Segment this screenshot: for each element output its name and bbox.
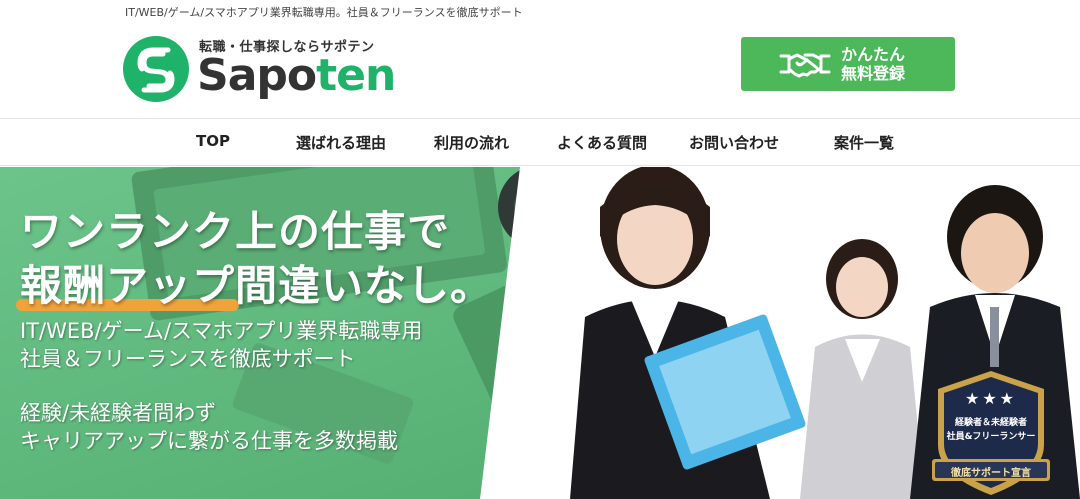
hero-description-1: IT/WEB/ゲーム/スマホアプリ業界転職専用 社員＆フリーランスを徹底サポート	[20, 317, 422, 373]
logo-wordmark-part1: Sapo	[197, 50, 317, 101]
nav-item-top[interactable]: TOP	[196, 132, 230, 150]
logo-wordmark: Sapoten	[197, 50, 396, 101]
nav-item-reasons[interactable]: 選ばれる理由	[296, 132, 386, 153]
nav-item-flow[interactable]: 利用の流れ	[434, 132, 509, 153]
nav-item-faq[interactable]: よくある質問	[557, 132, 647, 153]
hero-description-2: 経験/未経験者問わず キャリアアップに繋がる仕事を多数掲載	[20, 399, 398, 455]
logo-wordmark-part2: t	[316, 50, 337, 101]
site-tagline: IT/WEB/ゲーム/スマホアプリ業界転職専用。社員＆フリーランスを徹底サポート	[125, 6, 523, 19]
free-register-button[interactable]: かんたん 無料登録	[741, 37, 955, 91]
hero-desc2-line2: キャリアアップに繋がる仕事を多数掲載	[20, 429, 398, 453]
badge-line1: 経験者＆未経験者	[954, 418, 1027, 428]
hero-banner: ワンランク上の仕事で 報酬アップ間違いなし。 IT/WEB/ゲーム/スマホアプリ…	[0, 167, 1080, 499]
register-label-line2: 無料登録	[841, 64, 906, 83]
hero-headline-highlight: 報酬アップ	[15, 259, 240, 313]
nav-item-jobs[interactable]: 案件一覧	[834, 132, 894, 153]
nav-item-contact[interactable]: お問い合わせ	[689, 132, 779, 153]
hero-headline: ワンランク上の仕事で 報酬アップ間違いなし。	[15, 205, 494, 313]
sapoten-s-logo-icon	[123, 36, 189, 102]
badge-line2: 社員&フリーランサー	[946, 432, 1036, 442]
main-nav: TOP 選ばれる理由 利用の流れ よくある質問 お問い合わせ 案件一覧	[0, 118, 1080, 166]
hero-desc2-line1: 経験/未経験者問わず	[20, 401, 217, 425]
hero-desc1-line2: 社員＆フリーランスを徹底サポート	[20, 347, 356, 371]
hero-desc1-line1: IT/WEB/ゲーム/スマホアプリ業界転職専用	[20, 319, 423, 343]
register-label-line1: かんたん	[841, 45, 906, 64]
site-logo[interactable]: 転職・仕事探しならサポテン Sapoten	[123, 36, 403, 102]
badge-ribbon: 徹底サポート宣言	[951, 468, 1031, 479]
handshake-icon	[779, 53, 831, 78]
logo-wordmark-part3: en	[336, 50, 396, 101]
hero-headline-line1: ワンランク上の仕事で	[20, 207, 451, 256]
hero-headline-rest: 間違いなし。	[235, 261, 494, 310]
support-declaration-badge: ★★★ 経験者＆未経験者 社員&フリーランサー 徹底サポート宣言	[926, 367, 1056, 497]
hero-headline-line2: 報酬アップ間違いなし。	[15, 259, 494, 313]
free-register-label: かんたん 無料登録	[841, 45, 905, 83]
badge-stars: ★★★	[964, 389, 1018, 408]
